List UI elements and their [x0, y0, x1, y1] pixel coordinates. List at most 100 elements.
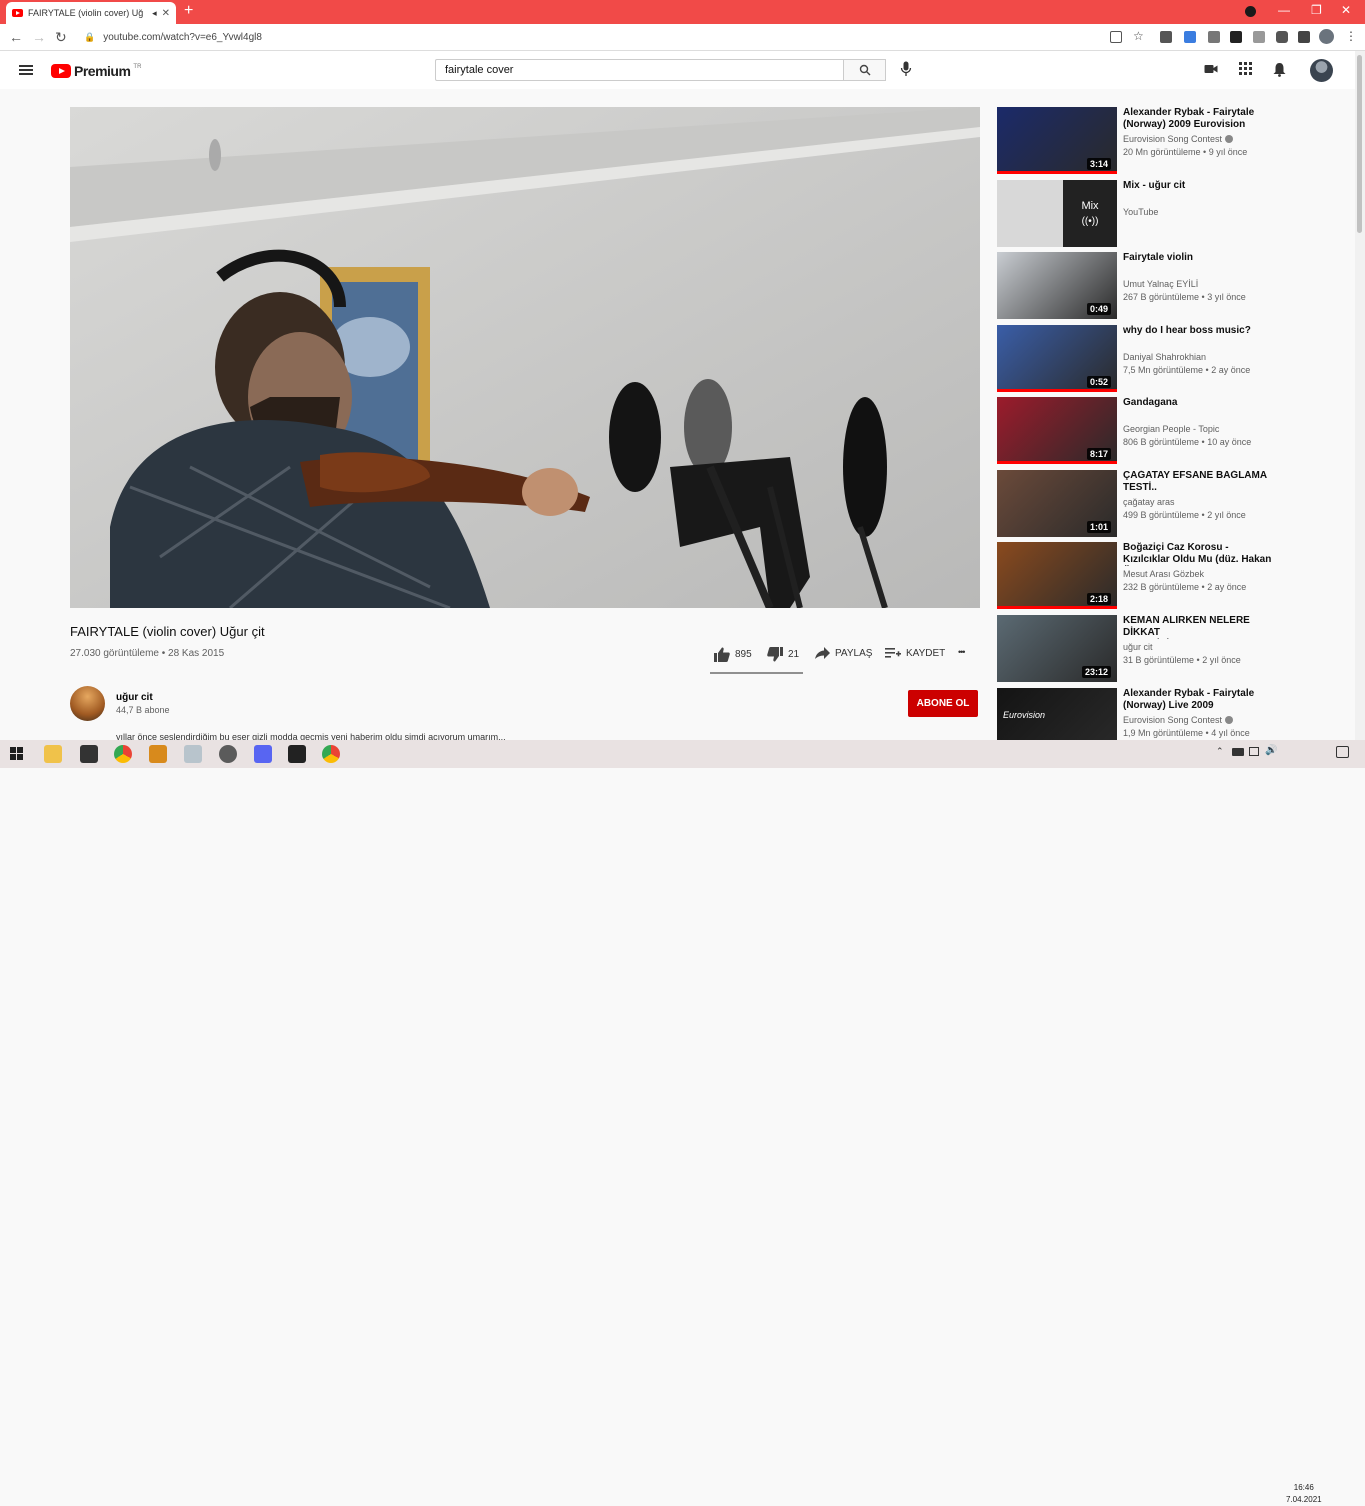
recommended-video[interactable]: Mix ((•)) Mix - uğur cit YouTube: [997, 180, 1297, 248]
recommended-channel[interactable]: çağatay aras: [1123, 497, 1175, 507]
address-bar[interactable]: 🔒 youtube.com/watch?v=e6_Yvwl4gl8: [78, 28, 1093, 47]
recommended-video[interactable]: 3:14 Alexander Rybak - Fairytale (Norway)…: [997, 107, 1297, 175]
recommended-video[interactable]: 0:52 why do I hear boss music? Daniyal Sha…: [997, 325, 1297, 393]
thumbnail-label: Eurovision: [1003, 710, 1046, 720]
video-frame-image: [70, 107, 980, 608]
chrome-icon[interactable]: [322, 745, 340, 763]
like-button[interactable]: 895: [714, 647, 752, 662]
puzzle-extensions-icon[interactable]: [1276, 31, 1288, 43]
share-button[interactable]: PAYLAŞ: [815, 647, 872, 659]
extension-icon[interactable]: [1230, 31, 1242, 43]
recommended-video[interactable]: 1:01 ÇAĞATAY EFSANE BAĞLAMA TESTİ.. çağata…: [997, 470, 1297, 538]
dislike-button[interactable]: 21: [767, 647, 799, 662]
search-button[interactable]: [844, 59, 886, 81]
new-tab-button[interactable]: +: [184, 3, 193, 19]
account-avatar[interactable]: [1310, 59, 1333, 82]
search-input[interactable]: fairytale cover: [435, 59, 844, 81]
discord-icon[interactable]: [254, 745, 272, 763]
reading-list-icon[interactable]: [1298, 31, 1310, 43]
windows-start-icon[interactable]: [10, 747, 23, 765]
video-thumbnail[interactable]: Mix ((•)): [997, 180, 1117, 247]
recommended-video-title[interactable]: Alexander Rybak - Fairytale (Norway) 200…: [1123, 107, 1273, 131]
bookmark-star-icon[interactable]: ☆: [1133, 29, 1144, 43]
recommended-video-title[interactable]: Mix - uğur cit: [1123, 180, 1273, 192]
windows-taskbar: ⌃ 🔊 16:46 7.04.2021: [0, 740, 1365, 1504]
recommended-video-title[interactable]: why do I hear boss music?: [1123, 325, 1273, 337]
subscribe-button[interactable]: ABONE OL: [908, 690, 978, 717]
video-thumbnail[interactable]: 3:14: [997, 107, 1117, 174]
minimize-button[interactable]: —: [1278, 3, 1290, 17]
save-button[interactable]: KAYDET: [885, 647, 945, 659]
recommended-video-title[interactable]: ÇAĞATAY EFSANE BAĞLAMA TESTİ..: [1123, 470, 1273, 494]
recommended-channel[interactable]: Eurovision Song Contest: [1123, 134, 1234, 144]
recommended-channel[interactable]: Umut Yalnaç EYİLİ: [1123, 279, 1198, 289]
sublime-text-icon[interactable]: [149, 745, 167, 763]
recommended-channel[interactable]: uğur cit: [1123, 642, 1153, 652]
install-app-icon[interactable]: [1110, 31, 1122, 43]
recommended-video[interactable]: 0:49 Fairytale violin Umut Yalnaç EYİLİ 267…: [997, 252, 1297, 320]
maximize-button[interactable]: ❐: [1311, 3, 1322, 17]
forward-arrow-icon[interactable]: →: [32, 29, 46, 45]
more-actions-button[interactable]: •••: [958, 647, 966, 657]
translate-extension-icon[interactable]: [1184, 31, 1196, 43]
close-window-button[interactable]: ✕: [1341, 3, 1351, 17]
recommended-video[interactable]: 8:17 Gandagana Georgian People - Topic 806 …: [997, 397, 1297, 465]
video-thumbnail[interactable]: 23:12: [997, 615, 1117, 682]
thumbs-down-icon: [767, 647, 783, 662]
reload-icon[interactable]: ↻: [55, 29, 67, 46]
hamburger-menu-icon[interactable]: [19, 65, 33, 75]
video-thumbnail[interactable]: 0:49: [997, 252, 1117, 319]
recommended-video-title[interactable]: Boğaziçi Caz Korosu - Kızılcıklar Oldu M…: [1123, 542, 1273, 566]
back-arrow-icon[interactable]: ←: [9, 29, 23, 45]
profile-indicator-icon[interactable]: [1245, 6, 1256, 17]
recommended-video[interactable]: 2:18 Boğaziçi Caz Korosu - Kızılcıklar Ol…: [997, 542, 1297, 610]
recommended-video-title[interactable]: Fairytale violin: [1123, 252, 1273, 264]
chrome-icon[interactable]: [114, 745, 132, 763]
terminal-app-icon[interactable]: [288, 745, 306, 763]
tab-close-icon[interactable]: ✕: [162, 8, 170, 19]
page-scrollbar-thumb[interactable]: [1357, 55, 1362, 233]
video-thumbnail[interactable]: 0:52: [997, 325, 1117, 392]
extension-icon[interactable]: [1253, 31, 1265, 43]
video-thumbnail[interactable]: 1:01: [997, 470, 1117, 537]
video-thumbnail[interactable]: 8:17: [997, 397, 1117, 464]
tab-audio-icon[interactable]: ◂: [152, 8, 157, 19]
lock-icon[interactable]: 🔒: [84, 32, 95, 43]
video-duration: 2:18: [1086, 593, 1111, 605]
channel-avatar[interactable]: [70, 686, 105, 721]
recommended-video-title[interactable]: Alexander Rybak - Fairytale (Norway) Liv…: [1123, 688, 1273, 712]
extension-icon[interactable]: [1208, 31, 1220, 43]
apps-grid-icon[interactable]: [1239, 62, 1252, 80]
profile-avatar[interactable]: [1319, 29, 1334, 44]
browser-menu-icon[interactable]: ⋮: [1345, 29, 1357, 43]
terminal-app-icon[interactable]: [80, 745, 98, 763]
recommended-channel[interactable]: Daniyal Shahrokhian: [1123, 352, 1206, 362]
channel-name[interactable]: uğur cit: [116, 692, 153, 703]
volume-icon[interactable]: 🔊: [1265, 745, 1277, 756]
video-duration: 0:49: [1086, 303, 1111, 315]
notification-center-icon[interactable]: [1336, 746, 1349, 758]
hd-app-icon[interactable]: [219, 745, 237, 763]
video-thumbnail[interactable]: 2:18: [997, 542, 1117, 609]
video-player[interactable]: [70, 107, 980, 608]
recommended-video-title[interactable]: Gandagana: [1123, 397, 1273, 409]
youtube-premium-logo[interactable]: Premium TR: [51, 63, 141, 79]
browser-tab[interactable]: FAIRYTALE (violin cover) Uğ ◂ ✕: [6, 2, 176, 24]
recommended-channel[interactable]: YouTube: [1123, 207, 1158, 217]
recommended-channel[interactable]: Georgian People - Topic: [1123, 424, 1219, 434]
subscriber-count: 44,7 B abone: [116, 705, 170, 715]
file-explorer-icon[interactable]: [44, 745, 62, 763]
network-icon[interactable]: [1249, 747, 1259, 756]
microphone-icon[interactable]: [900, 61, 912, 82]
system-clock[interactable]: 16:46 7.04.2021: [1286, 1482, 1322, 1506]
recommended-video[interactable]: 23:12 KEMAN ALIRKEN NELERE DİKKAT ETMELİY…: [997, 615, 1297, 683]
recommended-video-title[interactable]: KEMAN ALIRKEN NELERE DİKKAT ETMELİYİZ(BA…: [1123, 615, 1273, 639]
battery-icon[interactable]: [1232, 748, 1244, 756]
app-icon[interactable]: [184, 745, 202, 763]
show-hidden-icons-icon[interactable]: ⌃: [1216, 746, 1224, 757]
recommended-channel[interactable]: Mesut Arası Gözbek: [1123, 569, 1204, 579]
create-video-icon[interactable]: [1204, 62, 1218, 81]
notifications-bell-icon[interactable]: [1273, 62, 1286, 82]
extension-icon[interactable]: [1160, 31, 1172, 43]
recommended-channel[interactable]: Eurovision Song Contest: [1123, 715, 1234, 725]
